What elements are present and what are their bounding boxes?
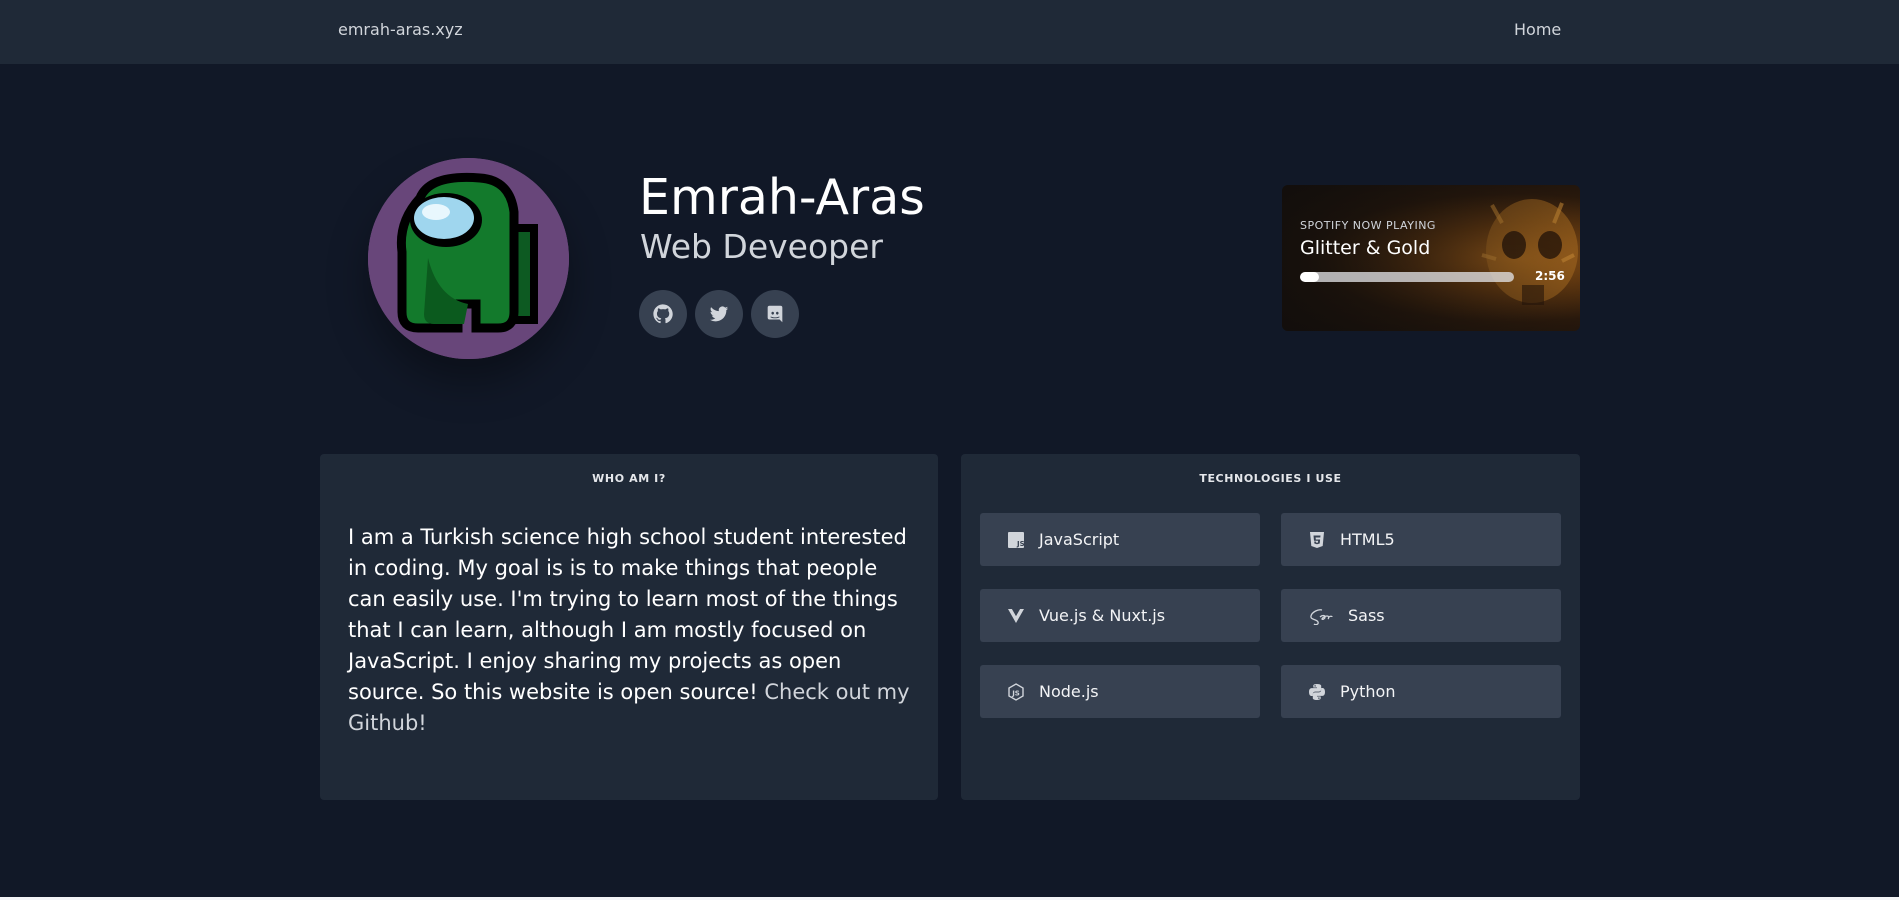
tech-item-sass: Sass xyxy=(1281,589,1561,642)
about-text-block: I am a Turkish science high school stude… xyxy=(348,522,918,739)
github-button[interactable] xyxy=(639,290,687,338)
song-progress-bar xyxy=(1300,272,1514,282)
discord-button[interactable] xyxy=(751,290,799,338)
svg-text:JS: JS xyxy=(1011,689,1020,697)
tech-item-html5: HTML5 xyxy=(1281,513,1561,566)
tech-item-nodejs: JS Node.js xyxy=(980,665,1260,718)
profile-role: Web Deveoper xyxy=(640,227,883,266)
profile-name: Emrah-Aras xyxy=(639,169,925,226)
technologies-card-title: TECHNOLOGIES I USE xyxy=(1199,472,1342,485)
song-title: Glitter & Gold xyxy=(1300,237,1431,259)
tech-item-vue: Vue.js & Nuxt.js xyxy=(980,589,1260,642)
tech-item-label: Vue.js & Nuxt.js xyxy=(1039,606,1166,625)
technologies-grid: JS JavaScript HTML5 Vue.js & Nuxt.js Sas… xyxy=(980,513,1561,718)
html5-icon xyxy=(1310,531,1324,548)
github-icon xyxy=(653,304,673,324)
spotify-now-playing-card[interactable]: SPOTIFY NOW PLAYING Glitter & Gold 2:56 xyxy=(1282,185,1580,331)
twitter-icon xyxy=(709,306,729,322)
tech-item-label: HTML5 xyxy=(1340,530,1395,549)
about-card: WHO AM I? I am a Turkish science high sc… xyxy=(320,454,938,800)
tech-item-label: Sass xyxy=(1348,606,1385,625)
spotify-label: SPOTIFY NOW PLAYING xyxy=(1300,219,1436,232)
about-card-title: WHO AM I? xyxy=(592,472,666,485)
nav-home-link[interactable]: Home xyxy=(1514,20,1561,39)
site-brand[interactable]: emrah-aras.xyz xyxy=(338,20,463,39)
tech-item-python: Python xyxy=(1281,665,1561,718)
discord-icon xyxy=(767,305,783,323)
nodejs-icon: JS xyxy=(1008,682,1024,701)
crewmate-avatar-icon xyxy=(368,158,569,359)
svg-text:JS: JS xyxy=(1016,540,1025,548)
about-text: I am a Turkish science high school stude… xyxy=(348,525,907,704)
song-progress-fill xyxy=(1300,272,1320,282)
top-navbar: emrah-aras.xyz Home xyxy=(0,0,1899,64)
tech-item-label: Node.js xyxy=(1039,682,1099,701)
sass-icon xyxy=(1310,608,1333,625)
python-icon xyxy=(1309,683,1325,700)
tech-item-label: JavaScript xyxy=(1039,530,1120,549)
tech-item-label: Python xyxy=(1340,682,1396,701)
twitter-button[interactable] xyxy=(695,290,743,338)
avatar xyxy=(368,158,569,359)
technologies-card: TECHNOLOGIES I USE JS JavaScript HTML5 V… xyxy=(961,454,1580,800)
vue-icon xyxy=(1008,608,1024,623)
tech-item-javascript: JS JavaScript xyxy=(980,513,1260,566)
javascript-icon: JS xyxy=(1008,531,1025,548)
song-duration: 2:56 xyxy=(1535,269,1565,283)
social-links xyxy=(639,290,799,338)
